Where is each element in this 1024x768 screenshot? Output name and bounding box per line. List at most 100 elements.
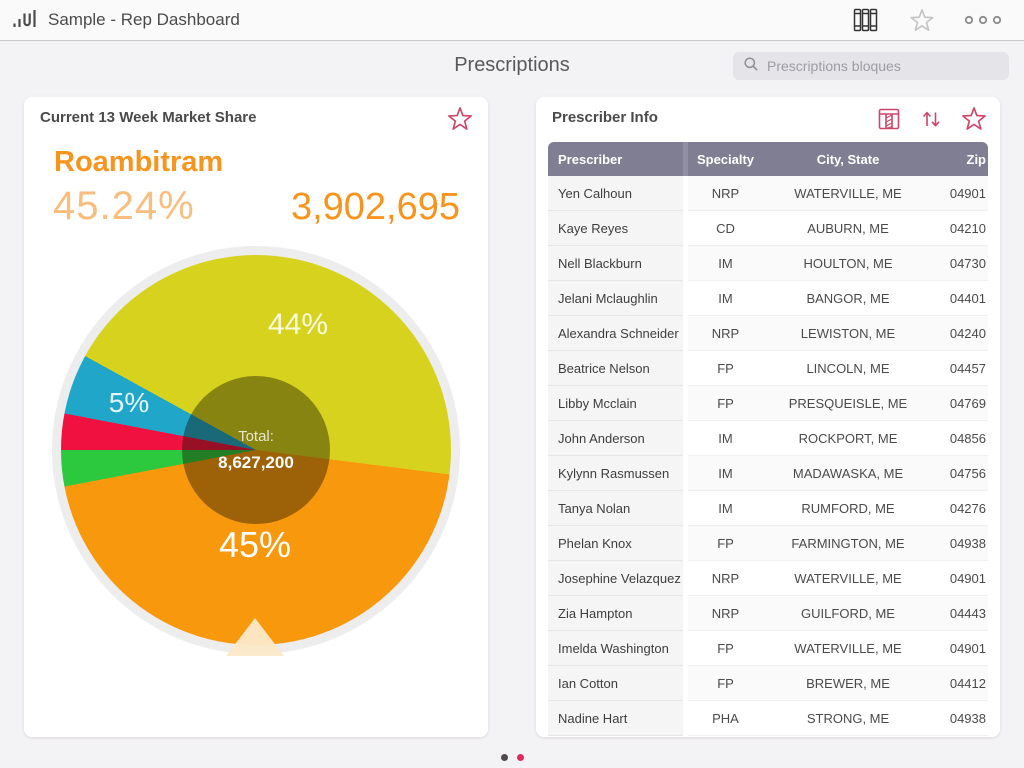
card-star-icon[interactable] [446,105,474,133]
row-right-cells: IMBANGOR, ME04401 [688,281,988,316]
row-right-cells: NRPLEWISTON, ME04240 [688,316,988,351]
cell-city-state: LINCOLN, ME [763,361,933,376]
table-row[interactable]: Nell BlackburnIMHOULTON, ME04730 [548,246,988,281]
cell-zip: 04901 [933,641,988,656]
cell-zip: 04412 [933,676,988,691]
cell-city-state: GUILFORD, ME [763,606,933,621]
prescriber-table-body: Yen CalhounNRPWATERVILLE, ME04901Kaye Re… [548,176,988,736]
cell-city-state: WATERVILLE, ME [763,571,933,586]
row-right-cells: IMROCKPORT, ME04856 [688,421,988,456]
cell-specialty: IM [688,466,763,481]
table-columns-icon[interactable] [876,105,902,133]
row-right-cells: FPFARMINGTON, ME04938 [688,526,988,561]
prescriber-table: Prescriber Specialty City, State Zip Yen… [548,142,988,736]
table-row[interactable]: Yen CalhounNRPWATERVILLE, ME04901 [548,176,988,211]
cell-prescriber: Imelda Washington [548,631,683,666]
cell-prescriber: Libby Mcclain [548,386,683,421]
more-ellipsis-icon[interactable] [964,14,1002,26]
search-box[interactable] [733,52,1009,80]
cell-zip: 04457 [933,361,988,376]
table-row[interactable]: Kaye ReyesCDAUBURN, ME04210 [548,211,988,246]
table-row[interactable]: Nadine HartPHASTRONG, ME04938 [548,701,988,736]
cell-city-state: AUBURN, ME [763,221,933,236]
total-value: 8,627,200 [218,453,294,473]
cell-zip: 04901 [933,186,988,201]
app-title: Sample - Rep Dashboard [48,10,240,30]
sort-arrows-icon[interactable] [918,105,944,133]
row-right-cells: IMRUMFORD, ME04276 [688,491,988,526]
column-header-specialty: Specialty [688,152,763,167]
cell-city-state: HOULTON, ME [763,256,933,271]
cell-prescriber: Ian Cotton [548,666,683,701]
cell-specialty: IM [688,431,763,446]
table-row[interactable]: Imelda WashingtonFPWATERVILLE, ME04901 [548,631,988,666]
chart-bars-logo-icon [12,6,38,35]
table-row[interactable]: Ian Cotton FPBREWER, ME04412 [548,666,988,701]
cell-prescriber: Kaye Reyes [548,211,683,246]
prescription-volume: 3,902,695 [291,186,460,229]
cell-city-state: PRESQUEISLE, ME [763,396,933,411]
total-label: Total: [238,428,274,445]
cell-prescriber: Phelan Knox [548,526,683,561]
page-dot[interactable] [517,754,524,761]
cell-city-state: BANGOR, ME [763,291,933,306]
cell-zip: 04938 [933,711,988,726]
cell-city-state: FARMINGTON, ME [763,536,933,551]
row-right-cells: PHASTRONG, ME04938 [688,701,988,736]
cell-specialty: PHA [688,711,763,726]
cell-zip: 04901 [933,571,988,586]
cell-specialty: NRP [688,606,763,621]
page-dots [0,754,1024,761]
cell-specialty: CD [688,221,763,236]
table-row[interactable]: Beatrice NelsonFPLINCOLN, ME04457 [548,351,988,386]
table-row[interactable]: Phelan KnoxFPFARMINGTON, ME04938 [548,526,988,561]
cell-specialty: FP [688,396,763,411]
card-star-icon[interactable] [960,105,988,133]
cell-city-state: RUMFORD, ME [763,501,933,516]
cell-zip: 04938 [933,536,988,551]
cell-prescriber: Nell Blackburn [548,246,683,281]
table-row[interactable]: Zia HamptonNRPGUILFORD, ME04443 [548,596,988,631]
cell-specialty: FP [688,676,763,691]
table-row[interactable]: Tanya NolanIMRUMFORD, ME04276 [548,491,988,526]
cell-specialty: NRP [688,571,763,586]
table-header-row[interactable]: Prescriber Specialty City, State Zip [548,142,988,176]
row-right-cells: CDAUBURN, ME04210 [688,211,988,246]
table-row[interactable]: Kylynn RasmussenIMMADAWASKA, ME04756 [548,456,988,491]
cell-specialty: IM [688,291,763,306]
cell-zip: 04401 [933,291,988,306]
table-row[interactable]: John AndersonIMROCKPORT, ME04856 [548,421,988,456]
search-icon [743,56,759,77]
column-header-prescriber: Prescriber [548,152,683,167]
cell-zip: 04856 [933,431,988,446]
cell-city-state: BREWER, ME [763,676,933,691]
cell-prescriber: Yen Calhoun [548,176,683,211]
cell-specialty: FP [688,361,763,376]
title-bar: Sample - Rep Dashboard [0,0,1024,41]
cell-specialty: FP [688,641,763,656]
library-books-icon[interactable] [850,7,880,33]
market-share-card: Current 13 Week Market Share Roambitram … [24,97,488,737]
page-dot[interactable] [501,754,508,761]
cell-zip: 04769 [933,396,988,411]
table-row[interactable]: Jelani MclaughlinIMBANGOR, ME04401 [548,281,988,316]
table-row[interactable]: Alexandra SchneiderNRPLEWISTON, ME04240 [548,316,988,351]
cell-zip: 04240 [933,326,988,341]
row-right-cells: NRPWATERVILLE, ME04901 [688,561,988,596]
favorite-star-icon[interactable] [908,7,936,34]
cell-city-state: STRONG, ME [763,711,933,726]
cell-prescriber: John Anderson [548,421,683,456]
cell-specialty: NRP [688,186,763,201]
table-row[interactable]: Josephine VelazquezNRPWATERVILLE, ME0490… [548,561,988,596]
cell-zip: 04756 [933,466,988,481]
cell-zip: 04730 [933,256,988,271]
row-right-cells: IMHOULTON, ME04730 [688,246,988,281]
cell-zip: 04210 [933,221,988,236]
cell-city-state: MADAWASKA, ME [763,466,933,481]
table-row[interactable]: Libby Mcclain FPPRESQUEISLE, ME04769 [548,386,988,421]
pie-selection-marker-icon [226,618,284,656]
search-input[interactable] [765,57,999,75]
cell-city-state: ROCKPORT, ME [763,431,933,446]
column-header-zip: Zip [933,152,988,167]
product-name: Roambitram [54,146,223,179]
